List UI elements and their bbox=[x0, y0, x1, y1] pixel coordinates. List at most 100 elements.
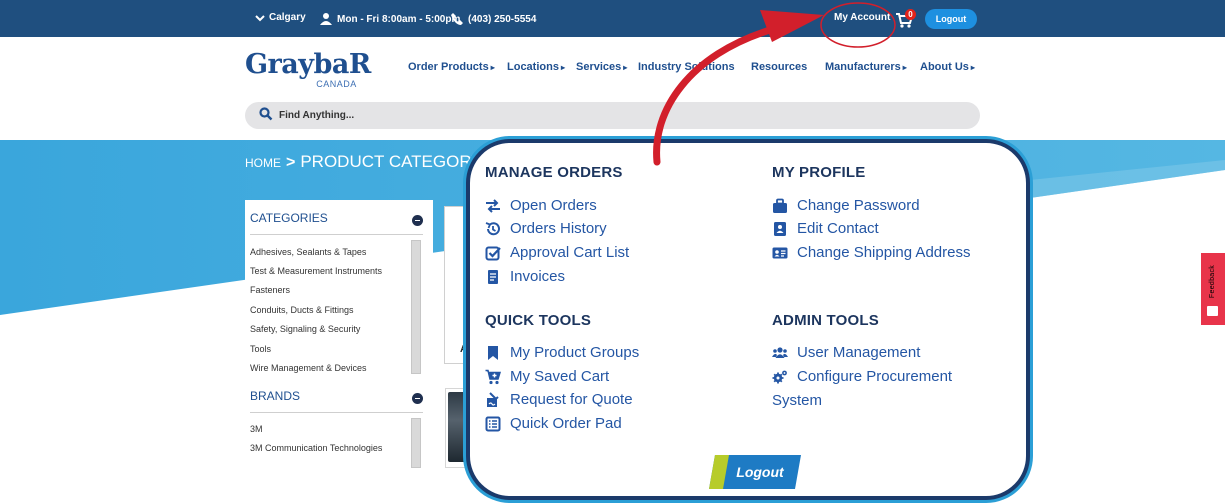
my-profile-title: MY PROFILE bbox=[772, 164, 866, 181]
my-saved-cart-link[interactable]: My Saved Cart bbox=[485, 368, 609, 385]
configure-procurement-link[interactable]: Configure Procurement bbox=[772, 368, 952, 385]
nav-order-products[interactable]: Order Products ▸ bbox=[408, 61, 495, 73]
cart-count-badge: 0 bbox=[905, 9, 916, 20]
open-orders-label: Open Orders bbox=[510, 197, 597, 214]
top-utility-bar: Calgary Mon - Fri 8:00am - 5:00pm (403) … bbox=[0, 0, 1225, 37]
my-product-groups-label: My Product Groups bbox=[510, 344, 640, 361]
quick-order-pad-link[interactable]: Quick Order Pad bbox=[485, 415, 622, 432]
brands-scrollbar[interactable] bbox=[411, 418, 421, 468]
nav-label: About Us bbox=[920, 61, 969, 73]
change-password-link[interactable]: Change Password bbox=[772, 197, 920, 214]
store-hours: Mon - Fri 8:00am - 5:00pm bbox=[319, 12, 460, 26]
search-input[interactable] bbox=[245, 102, 980, 129]
feedback-label-wrap: Feedback bbox=[1201, 253, 1225, 309]
configure-procurement-label-continued[interactable]: System bbox=[772, 392, 822, 409]
change-password-label: Change Password bbox=[797, 197, 920, 214]
category-item[interactable]: Adhesives, Sealants & Tapes bbox=[250, 247, 366, 257]
quick-order-pad-label: Quick Order Pad bbox=[510, 415, 622, 432]
person-icon bbox=[320, 13, 332, 25]
categories-heading[interactable]: CATEGORIES bbox=[250, 211, 328, 225]
my-account-label: My Account bbox=[834, 12, 891, 23]
request-for-quote-label: Request for Quote bbox=[510, 391, 633, 408]
check-square-icon bbox=[485, 246, 501, 260]
nav-label: Resources bbox=[751, 61, 808, 73]
feedback-icon bbox=[1207, 306, 1218, 316]
manage-orders-title: MANAGE ORDERS bbox=[485, 164, 623, 181]
history-icon bbox=[485, 221, 500, 235]
nav-label: Industry Solutions bbox=[638, 61, 735, 73]
nav-resources[interactable]: Resources bbox=[751, 61, 807, 73]
caret-right-icon: ▸ bbox=[490, 63, 495, 72]
chevron-down-icon bbox=[255, 14, 265, 21]
popup-logout-label[interactable]: Logout bbox=[709, 455, 801, 489]
breadcrumb-current: PRODUCT CATEGORY bbox=[300, 152, 483, 171]
user-management-label: User Management bbox=[797, 344, 921, 361]
request-for-quote-link[interactable]: Request for Quote bbox=[485, 391, 633, 408]
my-account-link[interactable]: My Account bbox=[834, 12, 890, 23]
phone-number[interactable]: (403) 250-5554 bbox=[450, 12, 536, 26]
change-shipping-address-label: Change Shipping Address bbox=[797, 244, 971, 261]
page: Calgary Mon - Fri 8:00am - 5:00pm (403) … bbox=[0, 0, 1225, 504]
my-product-groups-link[interactable]: My Product Groups bbox=[485, 344, 639, 361]
brands-heading[interactable]: BRANDS bbox=[250, 389, 300, 403]
nav-label: Manufacturers bbox=[825, 61, 901, 73]
caret-right-icon: ▸ bbox=[560, 63, 565, 72]
briefcase-icon bbox=[773, 198, 787, 213]
cart-plus-icon bbox=[485, 369, 501, 384]
location-label: Calgary bbox=[269, 12, 306, 23]
caret-right-icon: ▸ bbox=[970, 63, 975, 72]
divider bbox=[250, 234, 423, 235]
change-shipping-address-link[interactable]: Change Shipping Address bbox=[772, 244, 970, 261]
configure-procurement-label: Configure Procurement bbox=[797, 368, 953, 385]
category-item[interactable]: Test & Measurement Instruments bbox=[250, 266, 382, 276]
phone-icon bbox=[451, 13, 463, 25]
open-orders-link[interactable]: Open Orders bbox=[485, 197, 597, 214]
nav-about-us[interactable]: About Us ▸ bbox=[920, 61, 975, 73]
logo-country: CANADA bbox=[316, 79, 357, 89]
divider bbox=[250, 412, 423, 413]
invoices-link[interactable]: Invoices bbox=[485, 268, 565, 285]
category-item[interactable]: Wire Management & Devices bbox=[250, 363, 367, 373]
search-icon[interactable] bbox=[259, 107, 273, 121]
brand-item[interactable]: 3M Communication Technologies bbox=[250, 443, 382, 453]
orders-history-link[interactable]: Orders History bbox=[485, 220, 607, 237]
collapse-brands-icon[interactable] bbox=[412, 393, 423, 404]
phone-label: (403) 250-5554 bbox=[468, 13, 537, 25]
my-saved-cart-label: My Saved Cart bbox=[510, 368, 610, 385]
caret-right-icon: ▸ bbox=[623, 63, 628, 72]
bookmark-icon bbox=[488, 345, 498, 360]
nav-industry-solutions[interactable]: Industry Solutions bbox=[638, 61, 735, 73]
address-card-icon bbox=[772, 247, 788, 258]
transfer-arrows-icon bbox=[486, 198, 500, 213]
caret-right-icon: ▸ bbox=[902, 63, 907, 72]
nav-locations[interactable]: Locations ▸ bbox=[507, 61, 565, 73]
edit-contact-label: Edit Contact bbox=[797, 220, 879, 237]
user-management-link[interactable]: User Management bbox=[772, 344, 920, 361]
feedback-label: Feedback bbox=[1209, 264, 1217, 298]
edit-contact-link[interactable]: Edit Contact bbox=[772, 220, 879, 237]
search-placeholder: Find Anything... bbox=[279, 110, 355, 121]
location-selector[interactable]: Calgary bbox=[255, 12, 306, 23]
nav-label: Services bbox=[576, 61, 622, 73]
logo-wordmark: GraybaR bbox=[245, 49, 371, 80]
orders-history-label: Orders History bbox=[510, 220, 607, 237]
categories-scrollbar[interactable] bbox=[411, 240, 421, 374]
category-item[interactable]: Conduits, Ducts & Fittings bbox=[250, 305, 354, 315]
logout-button[interactable]: Logout bbox=[925, 9, 977, 29]
breadcrumb: HOME > PRODUCT CATEGORY bbox=[245, 152, 483, 172]
breadcrumb-home[interactable]: HOME bbox=[245, 156, 281, 170]
graybar-logo[interactable]: GraybaR CANADA bbox=[245, 49, 371, 90]
brand-item[interactable]: 3M bbox=[250, 424, 263, 434]
admin-tools-title: ADMIN TOOLS bbox=[772, 312, 879, 329]
hours-label: Mon - Fri 8:00am - 5:00pm bbox=[337, 13, 461, 25]
breadcrumb-separator: > bbox=[286, 154, 296, 171]
invoice-icon bbox=[488, 269, 498, 284]
category-item[interactable]: Safety, Signaling & Security bbox=[250, 324, 360, 334]
category-item[interactable]: Fasteners bbox=[250, 285, 290, 295]
invoices-label: Invoices bbox=[510, 268, 566, 285]
collapse-categories-icon[interactable] bbox=[412, 215, 423, 226]
category-item[interactable]: Tools bbox=[250, 344, 271, 354]
nav-manufacturers[interactable]: Manufacturers ▸ bbox=[825, 61, 907, 73]
nav-services[interactable]: Services ▸ bbox=[576, 61, 627, 73]
approval-cart-list-link[interactable]: Approval Cart List bbox=[485, 244, 629, 261]
